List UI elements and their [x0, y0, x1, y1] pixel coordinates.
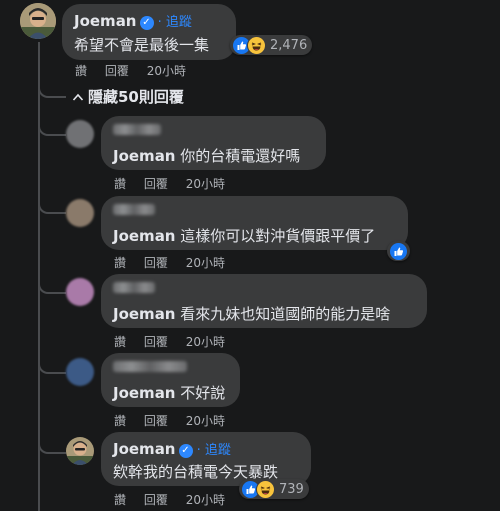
reply-text: Joeman 不好說: [113, 384, 226, 402]
reply-text: Joeman 這樣你可以對沖貨價跟平價了: [113, 227, 376, 245]
thread-branch-reply-2: [38, 190, 66, 214]
reply-button[interactable]: 回覆: [144, 335, 168, 349]
author-reply-bubble: Joeman ✓ · 追蹤 欸幹我的台積電今天暴跌: [101, 432, 311, 486]
reply-avatar[interactable]: [66, 358, 94, 386]
reply-button[interactable]: 回覆: [144, 256, 168, 270]
haha-reaction-icon: [256, 479, 275, 499]
chevron-up-icon: [72, 93, 84, 101]
reply-actions: 讚 回覆 20小時: [114, 254, 239, 271]
comment-author[interactable]: Joeman: [74, 12, 137, 30]
reply-button[interactable]: 回覆: [144, 414, 168, 428]
verified-badge-icon: ✓: [139, 16, 154, 30]
comment-author[interactable]: Joeman: [113, 440, 176, 458]
comment-bubble: Joeman ✓ · 追蹤 希望不會是最後一集: [62, 4, 236, 60]
comment-actions: 讚 回覆 20小時: [75, 62, 200, 79]
follow-link[interactable]: 追蹤: [205, 443, 231, 458]
reply-actions: 讚 回覆 20小時: [114, 333, 239, 350]
mention-tag[interactable]: Joeman: [113, 227, 176, 245]
mention-tag[interactable]: Joeman: [113, 305, 176, 323]
timestamp[interactable]: 20小時: [186, 414, 225, 428]
comment-text: 希望不會是最後一集: [74, 36, 210, 54]
reply-button[interactable]: 回覆: [105, 64, 129, 78]
author-reply-avatar[interactable]: [66, 437, 94, 465]
timestamp[interactable]: 20小時: [186, 335, 225, 349]
reply-author-blurred: [113, 204, 155, 215]
reply-author-blurred: [113, 282, 155, 293]
reply-bubble: Joeman 不好說: [101, 353, 240, 407]
reply-author-blurred: [113, 361, 187, 372]
avatar[interactable]: [20, 3, 56, 39]
reply-button[interactable]: 回覆: [144, 493, 168, 507]
reply-avatar[interactable]: [66, 278, 94, 306]
reaction-summary[interactable]: [387, 241, 410, 261]
like-button[interactable]: 讚: [114, 335, 126, 349]
thread-branch-hide: [38, 82, 66, 98]
reply-author-blurred: [113, 124, 161, 135]
like-button[interactable]: 讚: [114, 256, 126, 270]
comment-actions: 讚 回覆 20小時: [114, 491, 239, 508]
like-button[interactable]: 讚: [114, 414, 126, 428]
like-button[interactable]: 讚: [75, 64, 87, 78]
reply-text: Joeman 你的台積電還好嗎: [113, 147, 301, 165]
reaction-count: 2,476: [270, 37, 308, 53]
reaction-summary[interactable]: 739: [239, 479, 309, 499]
timestamp[interactable]: 20小時: [186, 493, 225, 507]
thread-branch-author-reply: [38, 428, 66, 454]
like-button[interactable]: 讚: [114, 493, 126, 507]
reply-bubble: Joeman 這樣你可以對沖貨價跟平價了: [101, 196, 408, 250]
haha-reaction-icon: [247, 35, 266, 55]
reply-bubble: Joeman 你的台積電還好嗎: [101, 116, 326, 170]
thread-branch-reply-1: [38, 110, 66, 136]
timestamp[interactable]: 20小時: [186, 256, 225, 270]
thread-branch-reply-3: [38, 268, 66, 294]
hide-replies-button[interactable]: 隱藏50則回覆: [72, 86, 184, 107]
avatar-photo: [20, 3, 56, 39]
reaction-count: 739: [279, 481, 304, 497]
reply-avatar[interactable]: [66, 199, 94, 227]
verified-badge-icon: ✓: [178, 444, 193, 458]
mention-tag[interactable]: Joeman: [113, 147, 176, 165]
timestamp[interactable]: 20小時: [147, 64, 186, 78]
hide-replies-label: 隱藏50則回覆: [88, 88, 184, 106]
reply-actions: 讚 回覆 20小時: [114, 412, 239, 429]
follow-link[interactable]: 追蹤: [166, 15, 192, 30]
reply-button[interactable]: 回覆: [144, 177, 168, 191]
reply-actions: 讚 回覆 20小時: [114, 175, 239, 192]
timestamp[interactable]: 20小時: [186, 177, 225, 191]
reply-text: Joeman 看來九妹也知道國師的能力是啥: [113, 305, 391, 323]
avatar-photo: [66, 437, 94, 465]
reaction-summary[interactable]: 2,476: [230, 35, 313, 55]
reply-bubble: Joeman 看來九妹也知道國師的能力是啥: [101, 274, 427, 328]
comment-author-row: Joeman ✓ · 追蹤: [113, 440, 231, 458]
like-button[interactable]: 讚: [114, 177, 126, 191]
mention-tag[interactable]: Joeman: [113, 384, 176, 402]
thread-branch-reply-4: [38, 348, 66, 374]
comment-author-row: Joeman ✓ · 追蹤: [74, 12, 192, 30]
like-reaction-icon: [389, 241, 408, 261]
reply-avatar[interactable]: [66, 120, 94, 148]
